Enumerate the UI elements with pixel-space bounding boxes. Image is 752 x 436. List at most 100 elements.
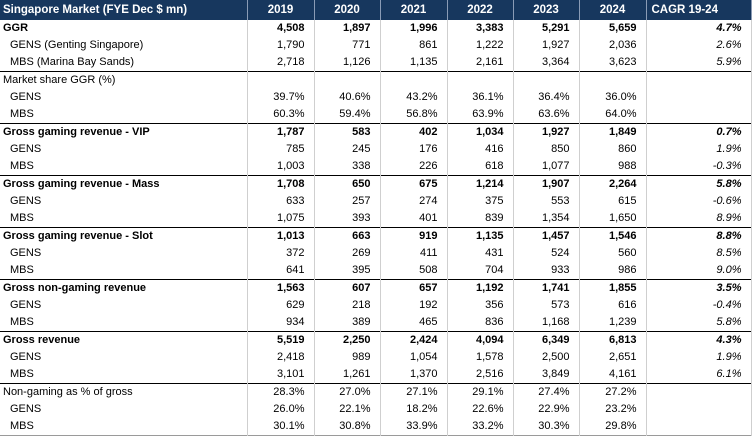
value-cell: 36.0% (579, 89, 647, 106)
value-cell: 1,354 (513, 210, 580, 228)
value-cell: 1,927 (513, 123, 580, 141)
value-cell: 1,135 (447, 227, 514, 245)
value-cell: 2,250 (314, 331, 381, 349)
row-label: GENS (0, 89, 248, 106)
value-cell: 431 (447, 245, 514, 262)
value-cell: 30.8% (314, 418, 381, 436)
cagr-cell (646, 401, 752, 418)
value-cell: 583 (314, 123, 381, 141)
value-cell: 1,003 (247, 158, 315, 176)
value-cell: 1,741 (513, 279, 580, 297)
value-cell: 39.7% (247, 89, 315, 106)
value-cell: 4,161 (579, 366, 647, 384)
row-label: GENS (0, 349, 248, 366)
value-cell: 5,659 (579, 20, 647, 37)
cagr-cell: -0.4% (646, 297, 752, 314)
value-cell: 2,516 (447, 366, 514, 384)
value-cell: 22.1% (314, 401, 381, 418)
value-cell: 633 (247, 193, 315, 210)
value-cell: 2,264 (579, 175, 647, 193)
row-label: MBS (0, 262, 248, 280)
table-row: GENS (Genting Singapore) 1,790 771 861 1,222… (0, 37, 752, 54)
cagr-cell: 0.7% (646, 123, 752, 141)
value-cell: 607 (314, 279, 381, 297)
row-label: MBS (0, 158, 248, 176)
value-cell: 27.4% (513, 383, 580, 401)
value-cell: 1,192 (447, 279, 514, 297)
cagr-cell: 5.8% (646, 175, 752, 193)
header-year: 2022 (447, 0, 514, 20)
value-cell: 56.8% (380, 106, 448, 124)
value-cell: 1,897 (314, 20, 381, 37)
cagr-cell: 9.0% (646, 262, 752, 280)
value-cell: 1,077 (513, 158, 580, 176)
table-row: Non-gaming as % of gross 28.3% 27.0% 27.1% 2… (0, 383, 752, 401)
table-row: MBS 3,101 1,261 1,370 2,516 3,849 4,161 6.1% (0, 366, 752, 384)
value-cell: 704 (447, 262, 514, 280)
header-row: Singapore Market (FYE Dec $ mn) 2019 202… (0, 0, 752, 20)
cagr-cell (646, 418, 752, 436)
table-row: Gross gaming revenue - VIP 1,787 583 402 1,0… (0, 123, 752, 141)
value-cell: 2,036 (579, 37, 647, 54)
row-label: MBS (0, 210, 248, 228)
table-row: Gross gaming revenue - Slot 1,013 663 919 1,… (0, 227, 752, 245)
cagr-cell: 6.1% (646, 366, 752, 384)
cagr-cell: 4.3% (646, 331, 752, 349)
table-row: GENS 26.0% 22.1% 18.2% 22.6% 22.9% 23.2% (0, 401, 752, 418)
value-cell: 2,161 (447, 54, 514, 72)
value-cell: 785 (247, 141, 315, 158)
row-label: Gross gaming revenue - Slot (0, 227, 248, 245)
value-cell: 836 (447, 314, 514, 332)
cagr-cell: 4.7% (646, 20, 752, 37)
value-cell: 1,790 (247, 37, 315, 54)
value-cell: 1,239 (579, 314, 647, 332)
value-cell: 465 (380, 314, 448, 332)
header-year: 2020 (314, 0, 381, 20)
value-cell: 3,623 (579, 54, 647, 72)
value-cell: 36.4% (513, 89, 580, 106)
value-cell: 657 (380, 279, 448, 297)
value-cell: 395 (314, 262, 381, 280)
row-label: Gross non-gaming revenue (0, 279, 248, 297)
value-cell: 6,349 (513, 331, 580, 349)
value-cell: 1,907 (513, 175, 580, 193)
value-cell: 18.2% (380, 401, 448, 418)
value-cell: 64.0% (579, 106, 647, 124)
value-cell: 1,126 (314, 54, 381, 72)
value-cell: 411 (380, 245, 448, 262)
value-cell: 5,291 (513, 20, 580, 37)
value-cell: 59.4% (314, 106, 381, 124)
row-label: GENS (0, 401, 248, 418)
header-year: 2021 (380, 0, 448, 20)
value-cell: 274 (380, 193, 448, 210)
value-cell: 1,996 (380, 20, 448, 37)
value-cell: 401 (380, 210, 448, 228)
value-cell (314, 71, 381, 89)
cagr-cell: 5.8% (646, 314, 752, 332)
table-row: MBS (Marina Bay Sands) 2,718 1,126 1,135 2,1… (0, 54, 752, 72)
table-header: Singapore Market (FYE Dec $ mn) 2019 202… (0, 0, 752, 20)
table-row: GENS 785 245 176 416 850 860 1.9% (0, 141, 752, 158)
table-row: MBS 30.1% 30.8% 33.9% 33.2% 30.3% 29.8% (0, 418, 752, 436)
value-cell: 176 (380, 141, 448, 158)
value-cell: 257 (314, 193, 381, 210)
row-label: MBS (0, 314, 248, 332)
row-label: GENS (0, 297, 248, 314)
table-row: GENS 633 257 274 375 553 615 -0.6% (0, 193, 752, 210)
value-cell: 6,813 (579, 331, 647, 349)
value-cell: 372 (247, 245, 315, 262)
value-cell: 986 (579, 262, 647, 280)
value-cell: 618 (447, 158, 514, 176)
value-cell: 1,034 (447, 123, 514, 141)
value-cell: 5,519 (247, 331, 315, 349)
value-cell: 3,383 (447, 20, 514, 37)
value-cell: 30.1% (247, 418, 315, 436)
value-cell: 1,214 (447, 175, 514, 193)
header-year: 2023 (513, 0, 580, 20)
value-cell: 40.6% (314, 89, 381, 106)
value-cell: 2,651 (579, 349, 647, 366)
table-row: GGR 4,508 1,897 1,996 3,383 5,291 5,659 4.7% (0, 20, 752, 37)
value-cell: 22.9% (513, 401, 580, 418)
value-cell: 29.1% (447, 383, 514, 401)
value-cell: 63.6% (513, 106, 580, 124)
